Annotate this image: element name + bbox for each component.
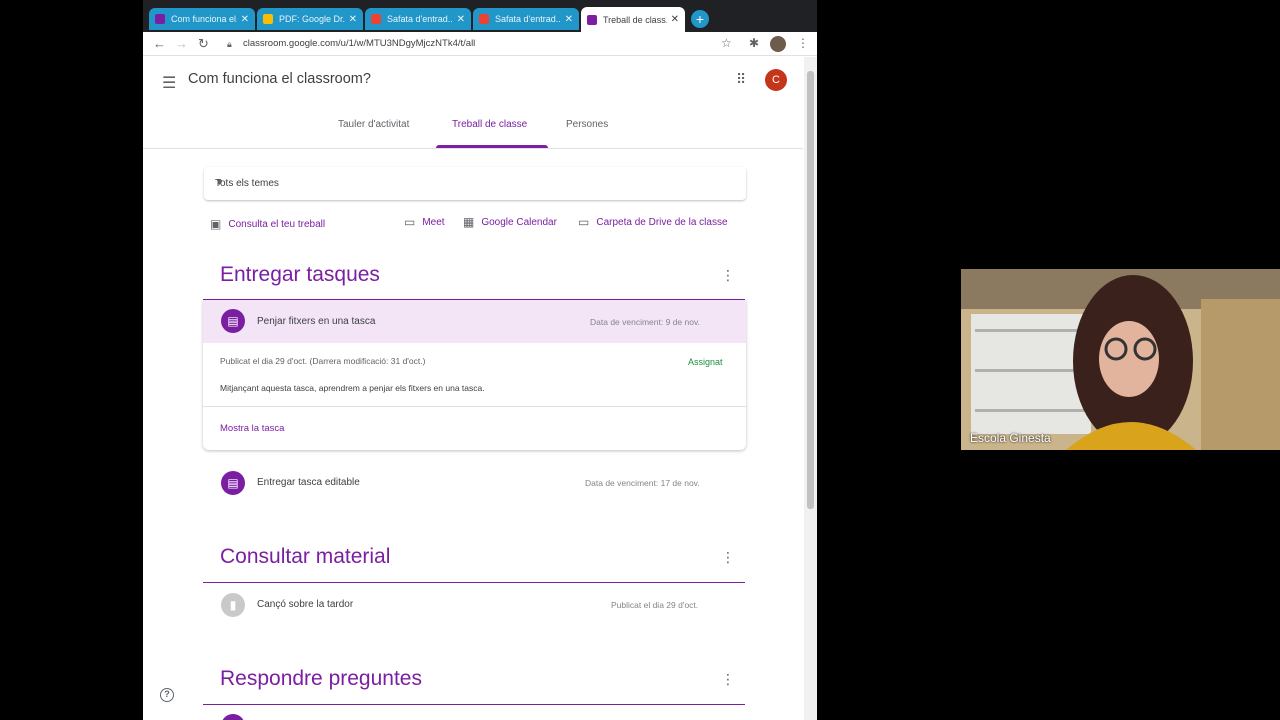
close-icon[interactable]: ✕: [349, 14, 357, 25]
section-more-options-icon[interactable]: ⋮: [721, 671, 735, 688]
new-tab-button[interactable]: +: [691, 10, 709, 28]
screen: Com funciona el... ✕ PDF: Google Dr... ✕…: [0, 0, 1280, 720]
assignment-row[interactable]: ▤ Entregar tasca editable Data de vencim…: [203, 465, 746, 501]
gmail-favicon-icon: [371, 14, 381, 24]
class-title[interactable]: Com funciona el classroom?: [188, 71, 371, 87]
assignment-ind-icon: ▣: [210, 217, 222, 231]
section-more-options-icon[interactable]: ⋮: [721, 267, 735, 284]
card-divider: [203, 406, 746, 407]
menu-hamburger-icon[interactable]: ☰: [162, 73, 176, 93]
view-your-work-link[interactable]: ▣ Consulta el teu treball: [210, 217, 325, 231]
video-camera-icon: ▭: [404, 215, 416, 229]
webcam-video: Escola Ginesta: [961, 269, 1280, 450]
assignment-header[interactable]: ▤ Penjar fitxers en una tasca Data de ve…: [203, 300, 746, 343]
browser-tab-active[interactable]: Treball de class... ✕: [581, 7, 685, 32]
close-icon[interactable]: ✕: [565, 14, 573, 25]
class-nav-tabs: Tauler d'activitat Treball de classe Per…: [143, 107, 803, 149]
section-divider: [203, 582, 745, 583]
tab-classwork[interactable]: Treball de classe: [452, 119, 527, 130]
assignment-icon: ▤: [221, 471, 245, 495]
browser-window: Com funciona el... ✕ PDF: Google Dr... ✕…: [143, 0, 817, 720]
forward-icon[interactable]: →: [175, 36, 188, 51]
calendar-icon: ▦: [463, 215, 475, 229]
assignment-title: Entregar tasca editable: [257, 477, 360, 488]
due-date: Data de venciment: 9 de nov.: [590, 317, 700, 327]
question-icon: [221, 714, 245, 720]
gmail-favicon-icon: [479, 14, 489, 24]
drive-folder-link[interactable]: ▭ Carpeta de Drive de la classe: [578, 215, 728, 229]
tab-title: Com funciona el...: [171, 14, 237, 24]
tab-strip: Com funciona el... ✕ PDF: Google Dr... ✕…: [143, 0, 817, 32]
tab-title: Safata d'entrad...: [495, 14, 561, 24]
browser-tab[interactable]: Safata d'entrad... ✕: [473, 8, 579, 30]
calendar-link[interactable]: ▦ Google Calendar: [463, 215, 557, 229]
reload-icon[interactable]: ↻: [198, 36, 209, 52]
assignment-description: Mitjançant aquesta tasca, aprendrem a pe…: [220, 383, 485, 393]
folder-icon: ▭: [578, 215, 590, 229]
section-divider: [203, 704, 745, 705]
tab-people[interactable]: Persones: [566, 119, 608, 130]
section-title: Entregar tasques: [220, 263, 380, 286]
tab-title: Treball de class...: [603, 14, 667, 25]
meet-link[interactable]: ▭ Meet: [404, 215, 445, 229]
classroom-app: ☰ Com funciona el classroom? ⠿ C Tauler …: [143, 57, 803, 720]
browser-menu-icon[interactable]: ⋮: [797, 36, 809, 50]
active-tab-indicator: [436, 145, 548, 148]
material-book-icon: ▮: [221, 593, 245, 617]
browser-profile-avatar[interactable]: [770, 36, 786, 52]
extensions-puzzle-icon[interactable]: ✱: [749, 36, 759, 50]
url-text: classroom.google.com/u/1/w/MTU3NDgyMjczN…: [243, 38, 476, 49]
assignment-title: Penjar fitxers en una tasca: [257, 316, 376, 327]
classroom-favicon-icon: [155, 14, 165, 24]
help-icon[interactable]: ?: [160, 688, 174, 702]
link-label: Google Calendar: [481, 216, 557, 228]
tab-title: PDF: Google Dr...: [279, 14, 345, 24]
close-icon[interactable]: ✕: [671, 14, 679, 25]
tab-title: Safata d'entrad...: [387, 14, 453, 24]
material-title: Cançó sobre la tardor: [257, 599, 354, 610]
browser-tab[interactable]: PDF: Google Dr... ✕: [257, 8, 363, 30]
view-assignment-link[interactable]: Mostra la tasca: [220, 423, 284, 434]
webcam-scene: [961, 269, 1280, 450]
tab-stream[interactable]: Tauler d'activitat: [338, 119, 409, 130]
scrollbar-thumb[interactable]: [807, 71, 814, 509]
browser-tab[interactable]: Safata d'entrad... ✕: [365, 8, 471, 30]
browser-tab[interactable]: Com funciona el... ✕: [149, 8, 255, 30]
link-label: Consulta el teu treball: [228, 218, 326, 230]
lock-icon: 🔒︎: [227, 39, 232, 49]
assignment-card-expanded: ▤ Penjar fitxers en una tasca Data de ve…: [203, 300, 746, 450]
close-icon[interactable]: ✕: [241, 14, 249, 25]
participant-name: Escola Ginesta: [970, 431, 1051, 445]
link-label: Carpeta de Drive de la classe: [596, 216, 728, 228]
address-bar[interactable]: 🔒︎ classroom.google.com/u/1/w/MTU3NDgyMj…: [223, 35, 743, 53]
dropdown-arrow-icon: ▼: [215, 177, 224, 187]
status-badge: Assignat: [688, 357, 723, 367]
back-icon[interactable]: ←: [153, 36, 166, 51]
page-scrollbar[interactable]: [804, 57, 817, 720]
browser-toolbar: ← → ↻ 🔒︎ classroom.google.com/u/1/w/MTU3…: [143, 32, 817, 56]
section-more-options-icon[interactable]: ⋮: [721, 549, 735, 566]
google-apps-grid-icon[interactable]: ⠿: [736, 71, 746, 88]
link-label: Meet: [422, 216, 445, 228]
due-date: Data de venciment: 17 de nov.: [585, 478, 700, 488]
assignment-icon: ▤: [221, 309, 245, 333]
published-date: Publicat el dia 29 d'oct.: [611, 600, 699, 610]
material-row[interactable]: ▮ Cançó sobre la tardor Publicat el dia …: [203, 588, 746, 624]
close-icon[interactable]: ✕: [457, 14, 465, 25]
section-title: Consultar material: [220, 545, 391, 568]
classroom-favicon-icon: [587, 14, 597, 25]
section-title: Respondre preguntes: [220, 667, 422, 690]
account-avatar[interactable]: C: [765, 69, 787, 91]
drive-favicon-icon: [263, 14, 273, 24]
bookmark-star-icon[interactable]: ☆: [721, 36, 732, 50]
published-date: Publicat el dia 29 d'oct. (Darrera modif…: [220, 356, 426, 366]
topic-filter-select[interactable]: Tots els temes ▼: [204, 167, 746, 200]
